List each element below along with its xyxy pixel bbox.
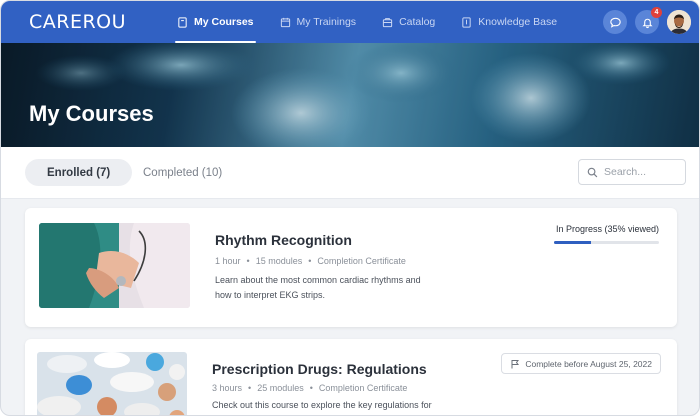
course-title[interactable]: Prescription Drugs: Regulations xyxy=(212,361,427,377)
calendar-icon xyxy=(280,17,290,27)
bell-icon xyxy=(641,18,653,28)
course-thumbnail[interactable] xyxy=(37,352,187,415)
header-actions: 4 xyxy=(595,7,691,34)
logo[interactable]: CAREROU xyxy=(29,11,126,33)
course-description: Learn about the most common cardiac rhyt… xyxy=(215,275,421,300)
course-card[interactable]: Rhythm Recognition 1 hour • 15 modules •… xyxy=(25,208,677,327)
nav-item-my-trainings[interactable]: My Trainings xyxy=(280,1,357,43)
meta-separator: • xyxy=(308,256,312,266)
course-card[interactable]: Prescription Drugs: Regulations 3 hours … xyxy=(25,339,677,415)
meta-separator: • xyxy=(246,256,250,266)
notifications-button[interactable]: 4 xyxy=(635,7,662,34)
nav-item-knowledge-base[interactable]: Knowledge Base xyxy=(461,1,557,43)
tab-completed[interactable]: Completed (10) xyxy=(121,159,244,186)
nav-item-label: My Trainings xyxy=(296,16,357,28)
meta-separator: • xyxy=(248,383,252,393)
notification-count-badge: 4 xyxy=(651,7,662,18)
avatar-image xyxy=(667,10,691,34)
hero-background-image xyxy=(1,43,699,147)
chat-icon xyxy=(609,17,621,28)
page-title: My Courses xyxy=(29,101,154,126)
top-navigation-bar: CAREROU My Courses My Trainings Catalog … xyxy=(1,1,699,43)
course-modules: 25 modules xyxy=(257,383,304,393)
course-meta: 3 hours • 25 modules • Completion Certif… xyxy=(212,383,407,393)
search-input[interactable] xyxy=(604,166,679,178)
course-description: Check out this course to explore the key… xyxy=(212,400,432,410)
book-icon xyxy=(178,16,187,28)
course-modules: 15 modules xyxy=(255,256,303,266)
course-certificate: Completion Certificate xyxy=(317,256,406,266)
progress-bar-fill xyxy=(554,241,591,244)
course-title[interactable]: Rhythm Recognition xyxy=(215,232,352,248)
chat-button[interactable] xyxy=(603,10,627,34)
app-window: CAREROU My Courses My Trainings Catalog … xyxy=(0,0,700,416)
nav-item-my-courses[interactable]: My Courses xyxy=(175,1,256,43)
progress-status: In Progress (35% viewed) xyxy=(555,224,659,234)
course-thumbnail-image xyxy=(37,352,187,415)
progress-bar xyxy=(554,241,659,244)
deadline-badge: Complete before August 25, 2022 xyxy=(501,353,661,374)
tab-enrolled[interactable]: Enrolled (7) xyxy=(25,159,133,186)
nav-item-catalog[interactable]: Catalog xyxy=(382,1,435,43)
deadline-text: Complete before August 25, 2022 xyxy=(525,358,652,369)
course-filter-bar: Enrolled (7) Completed (10) xyxy=(1,147,699,199)
course-thumbnail-image xyxy=(39,223,190,308)
user-avatar[interactable] xyxy=(667,10,691,34)
course-meta: 1 hour • 15 modules • Completion Certifi… xyxy=(215,256,406,266)
course-duration: 3 hours xyxy=(212,383,243,393)
knowledge-base-icon xyxy=(462,16,471,28)
course-certificate: Completion Certificate xyxy=(318,383,408,393)
hero-banner: My Courses xyxy=(1,43,699,147)
flag-icon xyxy=(511,359,520,368)
nav-item-label: My Courses xyxy=(194,16,254,28)
nav-item-label: Catalog xyxy=(399,16,436,28)
meta-separator: • xyxy=(309,383,313,393)
main-nav: My Courses My Trainings Catalog Knowledg… xyxy=(175,1,583,43)
catalog-icon xyxy=(382,17,393,27)
course-duration: 1 hour xyxy=(215,256,241,266)
search-box[interactable] xyxy=(578,159,686,185)
course-thumbnail[interactable] xyxy=(39,223,190,308)
search-icon xyxy=(587,167,598,177)
nav-item-label: Knowledge Base xyxy=(478,16,558,28)
